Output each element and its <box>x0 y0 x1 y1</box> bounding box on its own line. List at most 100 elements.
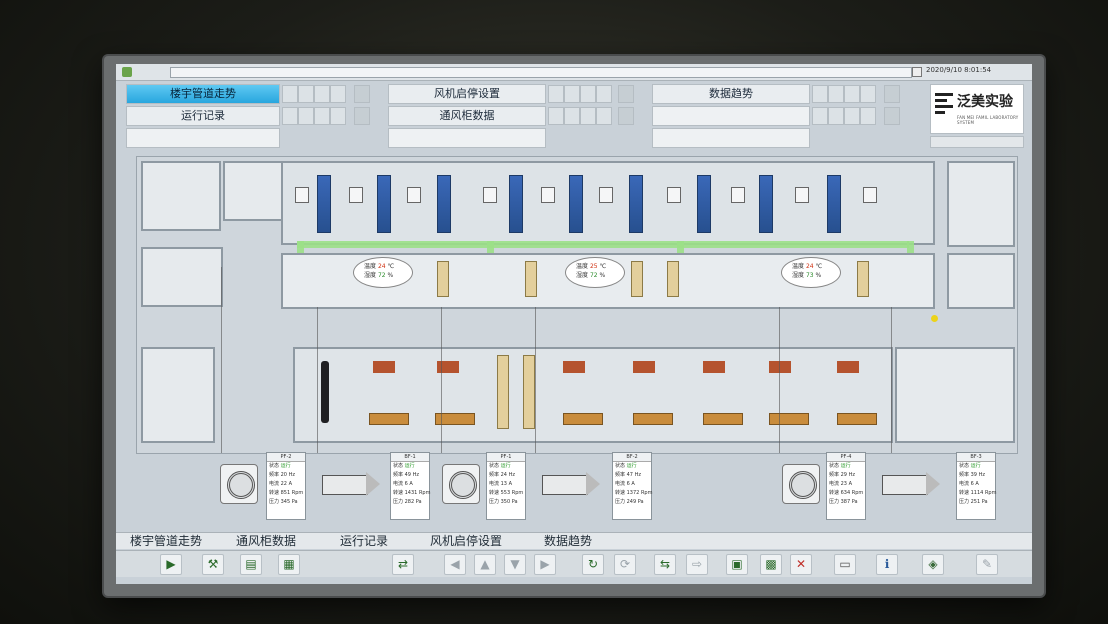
nav-ctrl-icon[interactable] <box>354 107 370 125</box>
nav-ctrl-icon[interactable] <box>618 85 634 103</box>
nav-fume-hood-data[interactable]: 通风柜数据 <box>388 106 546 126</box>
freq-label: 频率 <box>393 472 404 478</box>
exhaust-fan-icon[interactable] <box>442 464 480 504</box>
speed-value: 1114 <box>970 490 984 496</box>
panel-id: PF-1 <box>487 453 525 462</box>
nav-square <box>828 85 844 103</box>
status-value: 运行 <box>280 463 291 469</box>
nav-building-duct[interactable]: 楼宇管道走势 <box>126 84 280 104</box>
panel-id: BF-2 <box>613 453 651 462</box>
nav-ctrl-icon[interactable] <box>354 85 370 103</box>
freq-unit: Hz <box>288 472 295 478</box>
printer-icon[interactable]: ▭ <box>834 554 856 575</box>
nav-run-records[interactable]: 运行记录 <box>126 106 280 126</box>
tab-data-trend[interactable]: 数据趋势 <box>534 533 602 549</box>
sync-icon[interactable]: ⟳ <box>614 554 636 575</box>
fume-hood[interactable] <box>827 175 841 233</box>
filter-unit-icon[interactable] <box>542 472 602 496</box>
tab-building-duct[interactable]: 楼宇管道走势 <box>120 533 212 549</box>
forward-icon[interactable]: ⇨ <box>686 554 708 575</box>
room <box>947 161 1015 247</box>
fume-hood[interactable] <box>697 175 711 233</box>
freq-unit: Hz <box>634 472 641 478</box>
nav-square <box>860 107 876 125</box>
freq-unit: Hz <box>978 472 985 478</box>
nav-ctrl-icon[interactable] <box>884 85 900 103</box>
pressure-unit: Pa <box>415 499 422 505</box>
network-icon[interactable]: ⇄ <box>392 554 414 575</box>
freq-value: 47 <box>626 472 633 478</box>
fume-hood[interactable] <box>759 175 773 233</box>
tab-fan-start-stop[interactable]: 风机启停设置 <box>420 533 512 549</box>
nav-data-trend[interactable]: 数据趋势 <box>652 84 810 104</box>
speed-label: 转速 <box>829 490 840 496</box>
temp-unit: ℃ <box>387 263 395 270</box>
scada-screen: 2020/9/10 8:01:54 楼宇管道走势 风机启停设置 数据趋势 运行记… <box>116 64 1032 584</box>
info-icon[interactable]: ℹ <box>876 554 898 575</box>
nav-empty-slot[interactable] <box>388 128 546 148</box>
fume-hood[interactable] <box>437 175 451 233</box>
play-icon[interactable]: ▶ <box>160 554 182 575</box>
temp-label: 温度 <box>576 263 589 270</box>
nav-square <box>596 107 612 125</box>
brand-button[interactable] <box>930 136 1024 148</box>
exhaust-fan-icon[interactable] <box>220 464 258 504</box>
refresh-icon[interactable]: ↻ <box>582 554 604 575</box>
nav-empty-slot[interactable] <box>652 128 810 148</box>
freq-value: 20 <box>280 472 287 478</box>
hum-label: 湿度 <box>576 272 589 279</box>
folder-icon[interactable]: ▤ <box>240 554 262 575</box>
tab-run-records[interactable]: 运行记录 <box>330 533 398 549</box>
room-stairs-top <box>141 161 221 231</box>
arrow-down-icon[interactable]: ▼ <box>504 554 526 575</box>
fume-hood[interactable] <box>317 175 331 233</box>
arrow-left-icon[interactable]: ◀ <box>444 554 466 575</box>
nav-ctrl-icon[interactable] <box>618 107 634 125</box>
freq-value: 39 <box>970 472 977 478</box>
fume-hood[interactable] <box>569 175 583 233</box>
exchange-icon[interactable]: ⇆ <box>654 554 676 575</box>
filter-unit-icon[interactable] <box>882 472 942 496</box>
open-file-icon[interactable]: ▣ <box>726 554 748 575</box>
delete-icon[interactable]: ✕ <box>790 554 812 575</box>
address-bar[interactable] <box>170 67 912 78</box>
hum-unit: % <box>387 272 394 279</box>
speaker-icon[interactable]: ◈ <box>922 554 944 575</box>
pen-icon[interactable]: ✎ <box>976 554 998 575</box>
window-button[interactable] <box>912 67 922 77</box>
current-label: 电流 <box>489 481 500 487</box>
office-desk <box>769 361 791 373</box>
arrow-up-icon[interactable]: ▲ <box>474 554 496 575</box>
nav-fan-start-stop[interactable]: 风机启停设置 <box>388 84 546 104</box>
exhaust-fan-icon[interactable] <box>782 464 820 504</box>
tab-fume-hood-data[interactable]: 通风柜数据 <box>226 533 306 549</box>
current-label: 电流 <box>959 481 970 487</box>
fume-hood[interactable] <box>377 175 391 233</box>
leader-line <box>779 307 780 453</box>
save-icon[interactable]: ▩ <box>760 554 782 575</box>
panel-id: BF-3 <box>957 453 995 462</box>
temp-label: 温度 <box>792 263 805 270</box>
office-desk <box>703 361 725 373</box>
pressure-label: 压力 <box>393 499 404 505</box>
speed-value: 634 <box>840 490 851 496</box>
nav-empty-slot[interactable] <box>126 128 280 148</box>
tools-icon[interactable]: ⚒ <box>202 554 224 575</box>
status-label: 状态 <box>829 463 840 469</box>
fume-hood[interactable] <box>629 175 643 233</box>
speed-value: 1431 <box>404 490 418 496</box>
title-bar: 2020/9/10 8:01:54 <box>116 64 1032 81</box>
nav-square <box>812 107 828 125</box>
nav-ctrl-icon[interactable] <box>884 107 900 125</box>
lab-bench <box>631 261 643 297</box>
page-icon[interactable]: ▦ <box>278 554 300 575</box>
speed-label: 转速 <box>615 490 626 496</box>
temp-value: 25 <box>589 263 598 270</box>
filter-unit-icon[interactable] <box>322 472 382 496</box>
nav-empty-slot[interactable] <box>652 106 810 126</box>
speed-unit: Rpm <box>511 490 524 496</box>
fume-hood[interactable] <box>509 175 523 233</box>
room <box>947 253 1015 309</box>
arrow-right-icon[interactable]: ▶ <box>534 554 556 575</box>
toolbar: ▶ ⚒ ▤ ▦ ⇄ ◀ ▲ ▼ ▶ ↻ ⟳ ⇆ ⇨ ▣ ▩ ✕ ▭ ℹ ◈ ✎ <box>116 550 1032 577</box>
